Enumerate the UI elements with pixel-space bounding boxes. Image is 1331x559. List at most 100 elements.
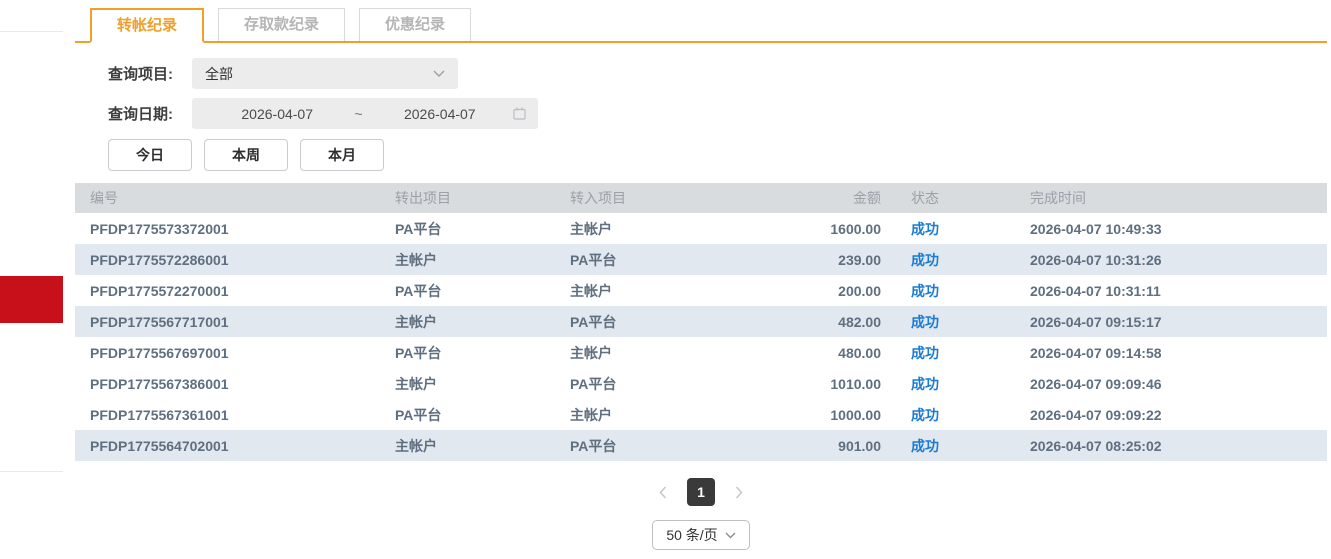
table-row: PFDP1775564702001 主帐户 PA平台 901.00 成功 202… (75, 430, 1327, 461)
table-row: PFDP1775567697001 PA平台 主帐户 480.00 成功 202… (75, 337, 1327, 368)
cell-from-account: 主帐户 (395, 436, 570, 456)
cell-status: 成功 (895, 374, 1015, 394)
cell-finish-time: 2026-04-07 09:09:46 (1015, 376, 1327, 392)
cell-status: 成功 (895, 405, 1015, 425)
cell-from-account: PA平台 (395, 219, 570, 239)
query-date-label: 查询日期: (108, 103, 192, 124)
tab-promo-records[interactable]: 优惠纪录 (359, 8, 471, 41)
cell-finish-time: 2026-04-07 08:25:02 (1015, 438, 1327, 454)
cell-from-account: 主帐户 (395, 250, 570, 270)
cell-from-account: PA平台 (395, 343, 570, 363)
page-size-select[interactable]: 50 条/页 (652, 520, 750, 550)
chevron-right-icon (735, 486, 743, 499)
cell-status: 成功 (895, 219, 1015, 239)
cell-finish-time: 2026-04-07 10:31:26 (1015, 252, 1327, 268)
cell-to-account: 主帐户 (570, 219, 760, 239)
query-date-range-picker[interactable]: 2026-04-07 ~ 2026-04-07 (192, 98, 538, 129)
cell-id: PFDP1775567386001 (75, 376, 395, 392)
query-project-row: 查询项目: 全部 (108, 58, 1327, 89)
query-project-label: 查询项目: (108, 63, 192, 84)
date-separator: ~ (350, 106, 366, 122)
header-finish-time: 完成时间 (1015, 188, 1327, 208)
table-header-row: 编号 转出项目 转入项目 金额 状态 完成时间 (75, 183, 1327, 213)
divider (0, 31, 63, 32)
header-to-account: 转入项目 (570, 188, 760, 208)
cell-id: PFDP1775567361001 (75, 407, 395, 423)
cell-to-account: PA平台 (570, 250, 760, 270)
header-from-account: 转出项目 (395, 188, 570, 208)
cell-to-account: PA平台 (570, 374, 760, 394)
cell-status: 成功 (895, 343, 1015, 363)
cell-id: PFDP1775567697001 (75, 345, 395, 361)
cell-amount: 200.00 (760, 283, 895, 299)
cell-from-account: 主帐户 (395, 312, 570, 332)
chevron-down-icon (725, 532, 736, 539)
quick-date-buttons: 今日 本周 本月 (108, 139, 1327, 171)
red-banner-block (0, 276, 63, 323)
cell-amount: 901.00 (760, 438, 895, 454)
cell-amount: 239.00 (760, 252, 895, 268)
cell-to-account: PA平台 (570, 436, 760, 456)
cell-from-account: PA平台 (395, 405, 570, 425)
table-row: PFDP1775573372001 PA平台 主帐户 1600.00 成功 20… (75, 213, 1327, 244)
chevron-left-icon (659, 486, 667, 499)
chevron-down-icon (433, 70, 445, 78)
page: 转帐纪录 存取款纪录 优惠纪录 查询项目: 全部 查询日期: 2026-04-0… (0, 0, 1331, 559)
cell-status: 成功 (895, 281, 1015, 301)
cell-to-account: 主帐户 (570, 281, 760, 301)
query-project-value: 全部 (205, 64, 233, 84)
table-row: PFDP1775567717001 主帐户 PA平台 482.00 成功 202… (75, 306, 1327, 337)
cell-status: 成功 (895, 436, 1015, 456)
table-row: PFDP1775572270001 PA平台 主帐户 200.00 成功 202… (75, 275, 1327, 306)
cell-amount: 1000.00 (760, 407, 895, 423)
header-amount: 金额 (760, 188, 895, 208)
prev-page-button[interactable] (655, 478, 671, 506)
this-week-button[interactable]: 本周 (204, 139, 288, 171)
transfer-records-table: 编号 转出项目 转入项目 金额 状态 完成时间 PFDP177557337200… (75, 183, 1327, 461)
today-button[interactable]: 今日 (108, 139, 192, 171)
current-page-button[interactable]: 1 (687, 478, 715, 506)
cell-from-account: 主帐户 (395, 374, 570, 394)
query-date-row: 查询日期: 2026-04-07 ~ 2026-04-07 (108, 98, 1327, 129)
cell-amount: 1010.00 (760, 376, 895, 392)
calendar-icon (513, 107, 526, 120)
cell-finish-time: 2026-04-07 10:31:11 (1015, 283, 1327, 299)
table-body: PFDP1775573372001 PA平台 主帐户 1600.00 成功 20… (75, 213, 1327, 461)
cell-to-account: 主帐户 (570, 405, 760, 425)
cell-id: PFDP1775573372001 (75, 221, 395, 237)
records-panel: 转帐纪录 存取款纪录 优惠纪录 查询项目: 全部 查询日期: 2026-04-0… (75, 0, 1327, 550)
cell-finish-time: 2026-04-07 10:49:33 (1015, 221, 1327, 237)
tab-transfer-records[interactable]: 转帐纪录 (90, 8, 204, 43)
header-status: 状态 (895, 188, 1015, 208)
table-row: PFDP1775572286001 主帐户 PA平台 239.00 成功 202… (75, 244, 1327, 275)
query-project-select[interactable]: 全部 (192, 58, 458, 89)
cell-amount: 480.00 (760, 345, 895, 361)
cell-amount: 1600.00 (760, 221, 895, 237)
pagination: 1 (75, 478, 1327, 506)
cell-to-account: 主帐户 (570, 343, 760, 363)
cell-id: PFDP1775572286001 (75, 252, 395, 268)
cell-from-account: PA平台 (395, 281, 570, 301)
left-sidebar-strip (0, 0, 63, 559)
cell-status: 成功 (895, 250, 1015, 270)
tab-deposit-withdrawal-records[interactable]: 存取款纪录 (218, 8, 345, 41)
header-id: 编号 (75, 188, 395, 208)
cell-finish-time: 2026-04-07 09:15:17 (1015, 314, 1327, 330)
cell-id: PFDP1775572270001 (75, 283, 395, 299)
cell-to-account: PA平台 (570, 312, 760, 332)
cell-finish-time: 2026-04-07 09:14:58 (1015, 345, 1327, 361)
divider (0, 471, 63, 472)
this-month-button[interactable]: 本月 (300, 139, 384, 171)
cell-id: PFDP1775564702001 (75, 438, 395, 454)
cell-amount: 482.00 (760, 314, 895, 330)
cell-id: PFDP1775567717001 (75, 314, 395, 330)
filter-area: 查询项目: 全部 查询日期: 2026-04-07 ~ 2026-04-07 (75, 58, 1327, 171)
date-start-value: 2026-04-07 (204, 106, 350, 122)
table-row: PFDP1775567386001 主帐户 PA平台 1010.00 成功 20… (75, 368, 1327, 399)
cell-status: 成功 (895, 312, 1015, 332)
record-tabs: 转帐纪录 存取款纪录 优惠纪录 (75, 0, 1327, 43)
page-size-value: 50 条/页 (666, 525, 717, 545)
next-page-button[interactable] (731, 478, 747, 506)
date-end-value: 2026-04-07 (367, 106, 513, 122)
cell-finish-time: 2026-04-07 09:09:22 (1015, 407, 1327, 423)
